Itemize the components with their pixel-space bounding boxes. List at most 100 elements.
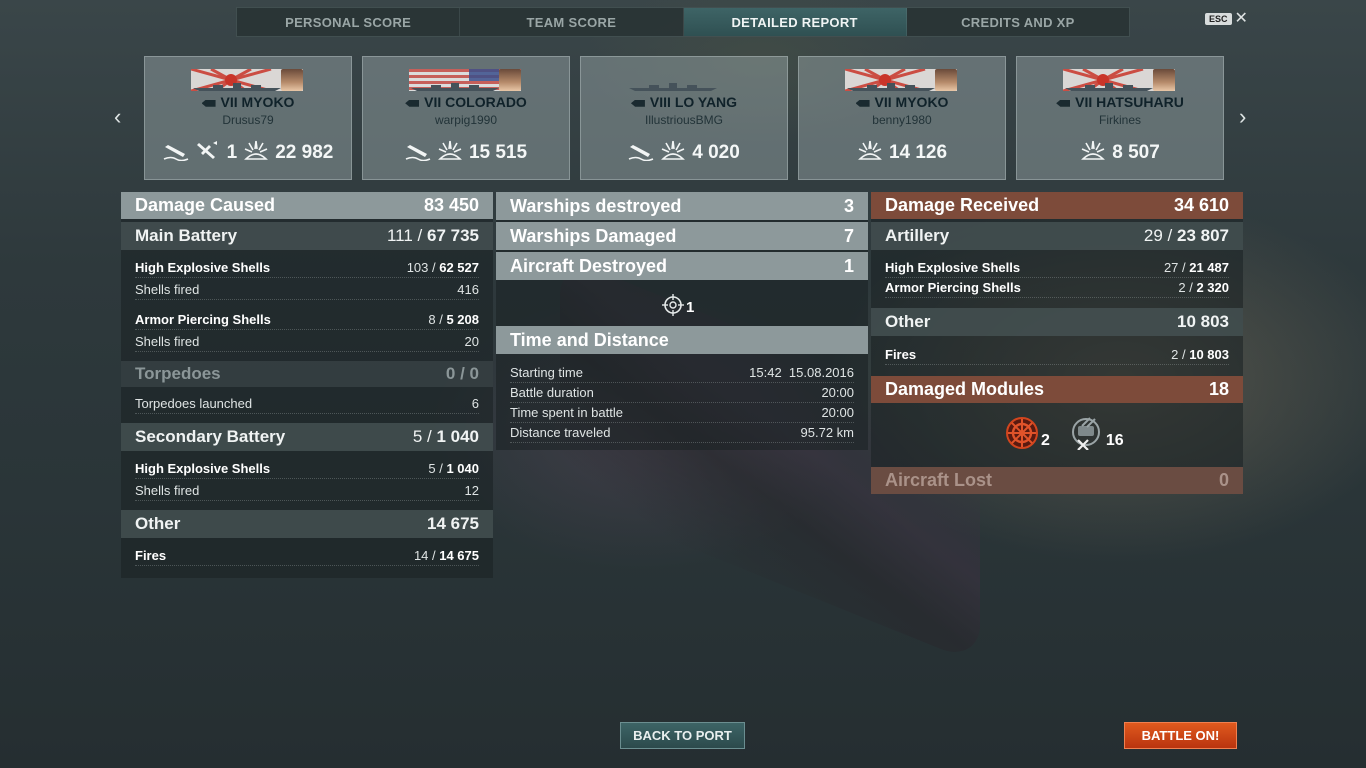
tab-team-score[interactable]: TEAM SCORE <box>460 8 684 36</box>
battle-duration-value: 20:00 <box>821 385 854 400</box>
time-distance-header: Time and Distance <box>496 326 868 354</box>
received-fires-value: 2 / 10 803 <box>1171 347 1229 362</box>
damage-caused-label: Damage Caused <box>135 195 276 215</box>
ship-class-icon <box>1056 99 1071 107</box>
damage-caused-panel: Damage Caused 83 450 Main Battery 111 / … <box>121 192 493 578</box>
main-ap-label: Armor Piercing Shells <box>135 312 271 327</box>
aircraft-destroyed-value: 1 <box>843 255 854 276</box>
ship-card[interactable]: VII COLORADO warpig1990 15 515 <box>362 56 570 180</box>
artillery-label: Artillery <box>885 226 950 245</box>
starting-time-label: Starting time <box>510 365 583 380</box>
tab-detailed-report[interactable]: DETAILED REPORT <box>683 8 907 36</box>
received-other-label: Other <box>885 312 931 331</box>
commander-portrait <box>499 69 521 91</box>
damage-value: 4 020 <box>692 141 740 163</box>
ship-card[interactable]: VIII LO YANG IllustriousBMG 4 020 <box>580 56 788 180</box>
ship-class-icon <box>630 99 645 107</box>
main-he-fired-value: 416 <box>457 282 479 297</box>
damage-received-header: Damage Received 34 610 <box>871 192 1243 219</box>
main-he-label: High Explosive Shells <box>135 260 271 275</box>
prev-arrow-icon[interactable]: ‹ <box>114 104 121 130</box>
torpedoes-launched-row: Torpedoes launched 6 <box>135 394 479 414</box>
ship-stats: 8 507 <box>1017 139 1223 166</box>
close-icon[interactable]: ✕ <box>1235 11 1248 27</box>
main-ap-fired-value: 20 <box>464 334 479 349</box>
damage-icon <box>857 139 883 166</box>
main-ap-fired-row: Shells fired 20 <box>135 332 479 352</box>
warships-destroyed-row: Warships destroyed 3 <box>496 192 868 220</box>
damage-caused-value: 83 450 <box>423 195 479 215</box>
warships-damaged-label: Warships Damaged <box>510 225 677 246</box>
warships-destroyed-value: 3 <box>843 195 854 216</box>
battle-duration-label: Battle duration <box>510 385 594 400</box>
time-in-battle-label: Time spent in battle <box>510 405 623 420</box>
damage-icon <box>1080 139 1106 166</box>
ship-stats: 4 020 <box>581 139 787 166</box>
player-name: Drusus79 <box>222 113 274 127</box>
received-ap-row: Armor Piercing Shells 2 / 2 320 <box>885 278 1229 298</box>
aircraft-destroyed-row: Aircraft Destroyed 1 <box>496 252 868 280</box>
ship-sunk-icon <box>628 139 654 166</box>
secondary-he-value: 5 / 1 040 <box>428 461 479 476</box>
main-ap-fired-label: Shells fired <box>135 334 200 349</box>
gun-module-stat: 16 <box>1068 416 1124 450</box>
damaged-modules-value: 18 <box>1208 379 1229 399</box>
warships-damaged-row: Warships Damaged 7 <box>496 222 868 250</box>
secondary-battery-value: 5 / 1 040 <box>412 427 479 446</box>
time-in-battle-row: Time spent in battle 20:00 <box>510 403 854 423</box>
player-name: IllustriousBMG <box>644 113 724 127</box>
main-ap-row: Armor Piercing Shells 8 / 5 208 <box>135 310 479 330</box>
secondary-fired-label: Shells fired <box>135 483 200 498</box>
aircraft-count: 1 <box>226 141 238 163</box>
esc-key-badge: ESC <box>1205 13 1232 25</box>
other-label: Other <box>135 514 181 533</box>
secondary-he-label: High Explosive Shells <box>135 461 271 476</box>
received-he-label: High Explosive Shells <box>885 260 1021 275</box>
fires-row: Fires 14 / 14 675 <box>135 546 479 566</box>
main-he-fired-label: Shells fired <box>135 282 200 297</box>
received-he-row: High Explosive Shells 27 / 21 487 <box>885 258 1229 278</box>
tab-credits-xp[interactable]: CREDITS AND XP <box>907 8 1129 36</box>
main-he-value: 103 / 62 527 <box>406 260 479 275</box>
ship-sunk-icon <box>405 139 431 166</box>
torpedoes-header: Torpedoes 0 / 0 <box>121 361 493 387</box>
back-to-port-button[interactable]: BACK TO PORT <box>620 722 745 749</box>
torpedoes-launched-label: Torpedoes launched <box>135 396 253 411</box>
aircraft-destroyed-label: Aircraft Destroyed <box>510 255 668 276</box>
ship-card[interactable]: VII MYOKO benny1980 14 126 <box>798 56 1006 180</box>
fires-value: 14 / 14 675 <box>413 548 479 563</box>
time-in-battle-value: 20:00 <box>821 405 854 420</box>
damage-value: 14 126 <box>888 141 948 163</box>
damage-icon <box>243 139 269 166</box>
distance-label: Distance traveled <box>510 425 611 440</box>
report-tabs: PERSONAL SCORE TEAM SCORE DETAILED REPOR… <box>236 7 1130 37</box>
damaged-modules-breakdown: 2 16 <box>1005 416 1124 450</box>
ship-sunk-icon <box>163 139 189 166</box>
turret-damaged-icon <box>1071 417 1100 450</box>
ship-name: VII MYOKO <box>145 94 351 110</box>
received-ap-label: Armor Piercing Shells <box>885 280 1021 295</box>
close-control[interactable]: ESC ✕ <box>1205 11 1248 27</box>
torpedoes-launched-value: 6 <box>471 396 479 411</box>
damaged-modules-label: Damaged Modules <box>885 379 1045 399</box>
damage-value: 22 982 <box>275 141 334 163</box>
ship-card[interactable]: VII HATSUHARU Firkines 8 507 <box>1016 56 1224 180</box>
next-arrow-icon[interactable]: › <box>1239 104 1246 130</box>
crosshair-icon <box>662 294 684 316</box>
damage-icon <box>437 139 463 166</box>
plane-down-icon <box>195 139 221 166</box>
secondary-battery-label: Secondary Battery <box>135 427 286 446</box>
time-distance-label: Time and Distance <box>510 329 669 350</box>
secondary-battery-header: Secondary Battery 5 / 1 040 <box>121 423 493 451</box>
ship-card[interactable]: VII MYOKO Drusus79 1 22 982 <box>144 56 352 180</box>
battle-on-button[interactable]: BATTLE ON! <box>1124 722 1237 749</box>
artillery-value: 29 / 23 807 <box>1143 226 1229 245</box>
player-name: benny1980 <box>872 113 932 127</box>
aircraft-lost-header: Aircraft Lost 0 <box>871 467 1243 494</box>
steering-module-stat: 2 <box>1005 416 1050 450</box>
gun-count: 16 <box>1105 432 1124 449</box>
warships-damaged-value: 7 <box>843 225 854 246</box>
tab-personal-score[interactable]: PERSONAL SCORE <box>237 8 461 36</box>
main-he-row: High Explosive Shells 103 / 62 527 <box>135 258 479 278</box>
steering-count: 2 <box>1041 432 1050 449</box>
